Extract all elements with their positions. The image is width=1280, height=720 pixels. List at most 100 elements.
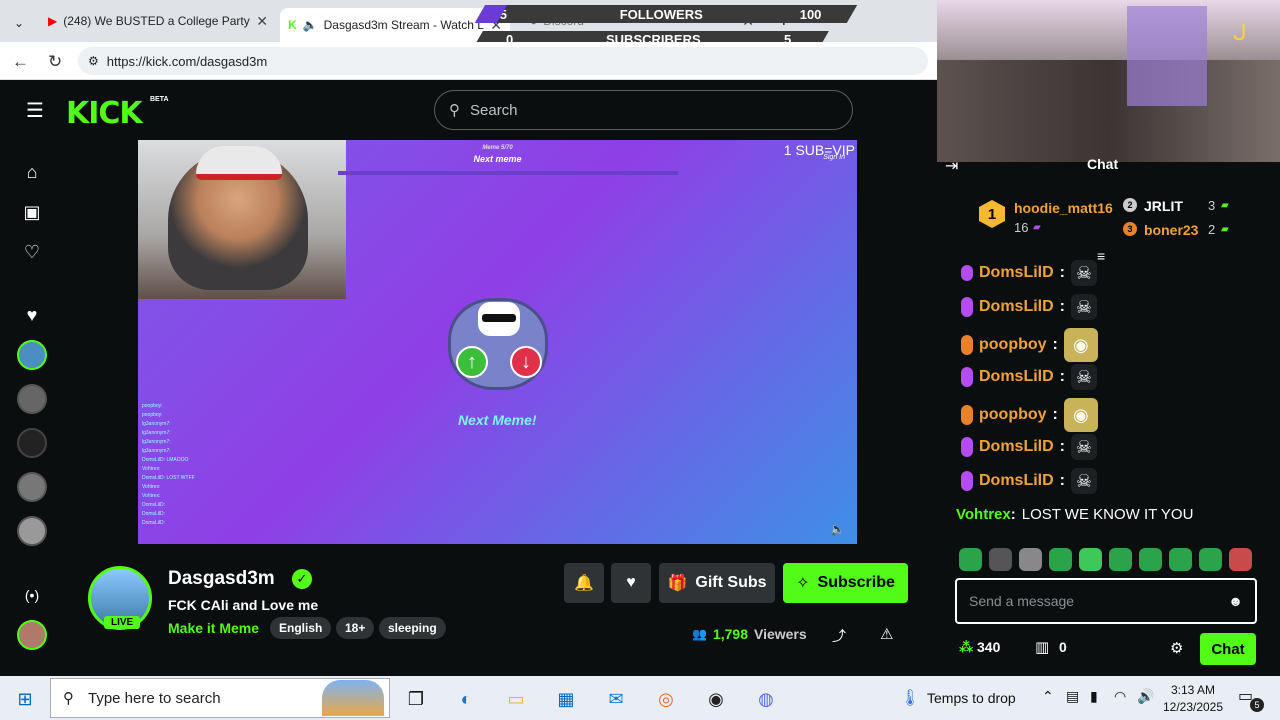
gift-subs-button[interactable]: 🎁 Gift Subs [659,563,775,603]
emote-icon[interactable] [989,548,1012,571]
subscribe-button[interactable]: ✧ Subscribe [783,563,908,603]
emote-icon[interactable] [1229,548,1252,571]
follow-button[interactable]: ♥ [611,563,651,603]
points-icon[interactable]: ⁂ [959,639,973,656]
colon: : [1059,472,1065,489]
emote-icon[interactable] [1169,548,1192,571]
tag-pill[interactable]: sleeping [379,617,446,639]
expand-pinned-icon[interactable]: ≡ [1097,248,1105,264]
tag-pill[interactable]: 18+ [336,617,375,639]
emote-icon[interactable] [1139,548,1162,571]
sign-in-link[interactable]: Sign In [823,154,845,161]
windows-start-icon[interactable]: ⊞ [12,686,38,712]
overlay-chat-line: poopboy: [142,403,163,409]
recommended-channel-avatar[interactable] [17,620,47,650]
notification-bell-button[interactable]: 🔔 [564,563,604,603]
gift-icon: ▰ [1221,200,1229,211]
discord-taskbar-icon[interactable]: ◍ [753,686,779,712]
back-arrow-icon[interactable]: ← [12,52,29,72]
tray-app-icon[interactable]: ▤ [1066,688,1079,705]
chat-username[interactable]: DomsLilD [979,298,1054,316]
tab-kick[interactable]: K 🔈 Dasgasd3m Stream - Watch L ✕ [280,8,510,42]
overlay-chat-line: DomsLilD: LMAOOO [142,457,189,463]
gifter-name[interactable]: hoodie_matt16 [1014,200,1113,216]
emote-icon[interactable] [959,548,982,571]
settings-gear-icon[interactable]: ⚙ [1170,639,1183,657]
user-badge-icon [961,437,973,457]
overlay-chat-line: DomsLilD: [142,520,166,526]
emote-icon[interactable] [1019,548,1042,571]
emote-icon[interactable] [1079,548,1102,571]
search-input[interactable]: ⚲ Search [434,90,853,130]
followed-channel-avatar[interactable] [17,472,47,502]
wifi-icon[interactable]: ◠ [1114,688,1126,705]
kick-logo[interactable]: KICK [66,96,143,131]
chat-message-input[interactable]: Send a message ☻ [955,578,1257,624]
hamburger-menu-icon[interactable]: ☰ [26,98,44,123]
followers-label: FOLLOWERS [620,6,704,22]
colon: : [1052,336,1058,353]
speaker-volume-icon[interactable]: 🔊 [1137,688,1154,705]
chat-username[interactable]: DomsLilD [979,438,1054,456]
channel-name[interactable]: Dasgasd3m [168,568,275,590]
gift-box-icon[interactable]: ▥ [1035,638,1049,656]
meme-progress-bar [338,171,678,175]
browse-icon[interactable]: ▣ [18,198,46,226]
chat-message: DomsLilD: ☠ [961,260,1097,286]
emote-icon[interactable] [1199,548,1222,571]
gifter-count: 16 [1014,220,1029,235]
clock-time[interactable]: 3:13 AM [1168,683,1218,697]
microsoft-store-icon[interactable]: ▦ [553,686,579,712]
firefox-icon[interactable]: ◎ [653,686,679,712]
emoji-picker-icon[interactable]: ☻ [1228,593,1243,609]
url-field[interactable]: ⚙ https://kick.com/dasgasd3m [78,47,928,75]
emote-icon[interactable] [1049,548,1072,571]
followed-channel-avatar[interactable] [17,340,47,370]
tab-youtube[interactable]: ▶ (248) We BUSTED a College Party! ✕ [40,6,276,36]
send-chat-button[interactable]: Chat [1200,633,1256,665]
followed-channel-avatar[interactable] [17,384,47,414]
live-broadcast-icon[interactable]: (•) [18,581,46,609]
close-tab-icon[interactable]: ✕ [256,13,268,30]
heart-icon[interactable]: ♥ [18,301,46,329]
chat-username[interactable]: poopboy [979,406,1047,424]
chat-username[interactable]: Vohtrex [956,506,1011,523]
chat-username[interactable]: DomsLilD [979,264,1054,282]
site-info-icon[interactable]: ⚙ [88,54,99,68]
mail-icon[interactable]: ✉ [603,686,629,712]
video-player[interactable]: Meme 5/70 Next meme 1 SUB=VIP Sign In ↑ … [138,140,857,544]
minion-emote-icon: ◉ [1063,398,1098,432]
followed-channel-avatar[interactable] [17,428,47,458]
overlay-chat-line: DomsLilD: [142,502,166,508]
followed-channel-avatar[interactable] [17,516,47,546]
report-warning-icon[interactable]: ⚠ [880,625,893,643]
battery-icon[interactable]: ▮ [1090,688,1098,705]
volume-icon[interactable]: 🔈 [830,522,845,536]
tab-list-chevron-icon[interactable]: ⌄ [6,8,36,38]
chat-username[interactable]: DomsLilD [979,472,1054,490]
tray-chevron-icon[interactable]: ⌃ [1042,688,1054,705]
task-view-icon[interactable]: ❐ [403,686,429,712]
gift-icon: ▰ [1221,224,1229,235]
category-link[interactable]: Make it Meme [168,620,259,636]
following-heart-icon[interactable]: ♡ [18,238,46,266]
gifter-name[interactable]: JRLIT [1144,198,1183,214]
sparkle-icon: ✧ [796,575,810,592]
emote-icon[interactable] [1109,548,1132,571]
file-explorer-icon[interactable]: ▭ [503,686,529,712]
collapse-chat-icon[interactable]: ⇥ [945,156,958,176]
weather-text[interactable]: Temps to drop [927,690,1016,706]
chat-username[interactable]: poopboy [979,336,1047,354]
edge-browser-icon[interactable]: ◐ [453,686,479,712]
refresh-icon[interactable]: ↻ [48,52,62,72]
chat-username[interactable]: DomsLilD [979,368,1054,386]
share-icon[interactable]: ⤴ [832,626,846,646]
obs-icon[interactable]: ◉ [703,686,729,712]
clock-date[interactable]: 12/23/2025 [1160,700,1226,714]
home-icon[interactable]: ⌂ [18,158,46,186]
search-icon: ⚲ [449,102,460,119]
search-placeholder: Search [470,101,518,119]
gifter-name[interactable]: boner23 [1144,222,1198,238]
user-badge-icon [961,471,973,491]
tag-pill[interactable]: English [270,617,332,639]
